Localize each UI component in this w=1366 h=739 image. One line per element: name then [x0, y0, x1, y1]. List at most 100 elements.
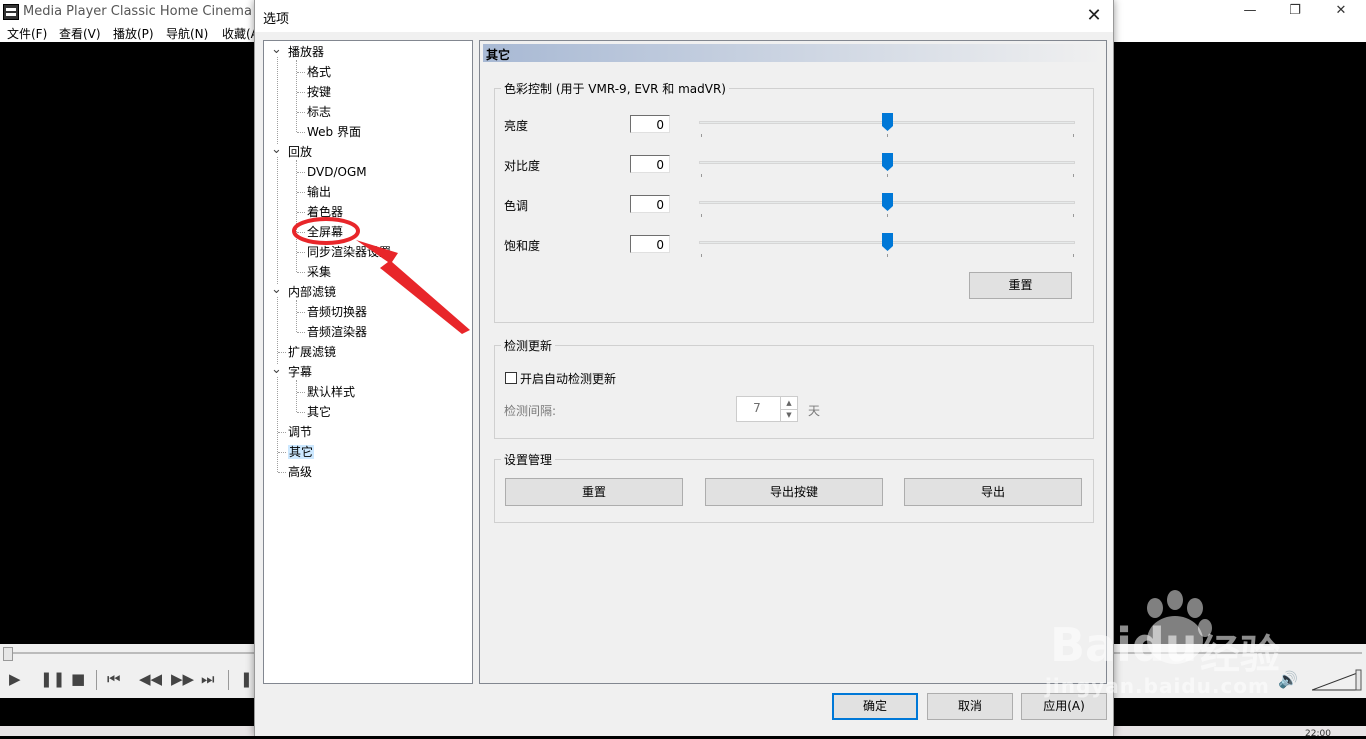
tree-branch-line [296, 300, 297, 332]
stop-icon[interactable]: ■ [71, 670, 85, 688]
slider-thumb[interactable] [882, 153, 893, 171]
tree-connector [297, 92, 305, 93]
menu-play[interactable]: 播放(P) [113, 25, 154, 42]
tree-item[interactable]: 输出 [307, 184, 331, 200]
slider-thumb[interactable] [882, 233, 893, 251]
tree-item[interactable]: 其它 [307, 404, 331, 420]
options-page: 其它 色彩控制 (用于 VMR-9, EVR 和 madVR) 亮度 0 对比度 0 色… [479, 40, 1107, 684]
minimize-icon[interactable]: — [1240, 2, 1260, 20]
menu-view[interactable]: 查看(V) [59, 25, 101, 42]
color-reset-button[interactable]: 重置 [969, 272, 1072, 299]
color-value-field[interactable]: 0 [630, 115, 670, 133]
tree-item[interactable]: 采集 [307, 264, 331, 280]
tree-item[interactable]: 着色器 [307, 204, 343, 220]
tree-item-label: 扩展滤镜 [288, 345, 337, 359]
color-value-field[interactable]: 0 [630, 235, 670, 253]
tree-item[interactable]: 回放 [288, 144, 312, 160]
tree-item[interactable]: 同步渲染器设置 [307, 244, 391, 260]
tree-item-label: 按键 [307, 85, 332, 99]
interval-value: 7 [753, 401, 761, 415]
color-value-field[interactable]: 0 [630, 155, 670, 173]
tree-item-label: 其它 [307, 405, 332, 419]
dialog-title: 选项 [263, 12, 290, 27]
tree-expand-chevron-icon[interactable]: ⌄ [271, 363, 282, 376]
next-icon[interactable]: ⏭ [201, 670, 215, 688]
export-keys-button[interactable]: 导出按键 [705, 478, 883, 506]
ok-button[interactable]: 确定 [832, 693, 918, 720]
spin-down-icon[interactable]: ▼ [781, 409, 797, 421]
toolbar-separator [96, 670, 97, 690]
tree-connector [297, 332, 305, 333]
tree-expand-chevron-icon[interactable]: ⌄ [271, 43, 282, 56]
tree-item-label: 回放 [288, 145, 313, 159]
dialog-close-icon[interactable]: ✕ [1083, 5, 1105, 27]
color-slider[interactable] [699, 233, 1075, 257]
tree-item[interactable]: 格式 [307, 64, 331, 80]
tree-item-label: 音频切换器 [307, 305, 368, 319]
tree-item[interactable]: 默认样式 [307, 384, 355, 400]
export-button[interactable]: 导出 [904, 478, 1082, 506]
tree-expand-chevron-icon[interactable]: ⌄ [271, 283, 282, 296]
slider-thumb[interactable] [882, 193, 893, 211]
close-icon[interactable]: ✕ [1331, 2, 1351, 20]
slider-tick [1073, 254, 1074, 257]
color-slider[interactable] [699, 193, 1075, 217]
menu-navigate[interactable]: 导航(N) [166, 25, 208, 42]
tree-item-label: DVD/OGM [307, 165, 367, 179]
watermark-cn: 经验 [1200, 632, 1280, 678]
tree-item-label: 播放器 [288, 45, 325, 59]
tree-item[interactable]: 扩展滤镜 [288, 344, 336, 360]
interval-spinner[interactable]: 7 ▲ ▼ [736, 396, 798, 422]
tree-item[interactable]: 音频切换器 [307, 304, 367, 320]
frame-step-icon[interactable]: ❚ [240, 670, 253, 688]
options-dialog: 选项 ✕ ⌄ 播放器格式按键标志 Web 界面 ⌄ 回放 DVD/OGM 输出着色器全屏幕同… [254, 0, 1114, 736]
color-value: 0 [656, 118, 664, 132]
tree-connector [297, 212, 305, 213]
tree-item[interactable]: 音频渲染器 [307, 324, 367, 340]
menu-file[interactable]: 文件(F) [7, 25, 47, 42]
tree-root-line [277, 52, 278, 472]
tree-expand-chevron-icon[interactable]: ⌄ [271, 143, 282, 156]
tree-item[interactable]: 内部滤镜 [288, 284, 336, 300]
previous-icon[interactable]: ⏮ [107, 670, 121, 688]
play-icon[interactable]: ▶ [9, 670, 21, 688]
settings-management-group: 设置管理 重置 导出按键 导出 [494, 451, 1094, 523]
color-value: 0 [656, 198, 664, 212]
slider-tick [887, 254, 888, 257]
cancel-button[interactable]: 取消 [927, 693, 1013, 720]
restore-icon[interactable]: ❐ [1285, 2, 1305, 20]
forward-icon[interactable]: ▶▶ [171, 670, 194, 688]
tree-connector [278, 452, 286, 453]
slider-tick [701, 174, 702, 177]
tree-item[interactable]: 播放器 [288, 44, 324, 60]
tree-item[interactable]: Web 界面 [307, 124, 361, 140]
slider-thumb[interactable] [882, 113, 893, 131]
tree-connector [297, 272, 305, 273]
slider-tick [887, 214, 888, 217]
auto-update-checkbox[interactable] [505, 372, 517, 384]
tree-item-label: 着色器 [307, 205, 344, 219]
color-control-group: 色彩控制 (用于 VMR-9, EVR 和 madVR) 亮度 0 对比度 0 色调 0 饱… [494, 80, 1094, 323]
tree-connector [297, 392, 305, 393]
tree-item[interactable]: 字幕 [288, 364, 312, 380]
options-tree[interactable]: ⌄ 播放器格式按键标志 Web 界面 ⌄ 回放 DVD/OGM 输出着色器全屏幕同步渲染器设… [263, 40, 473, 684]
color-slider[interactable] [699, 153, 1075, 177]
slider-tick [1073, 134, 1074, 137]
slider-tick [1073, 174, 1074, 177]
color-slider[interactable] [699, 113, 1075, 137]
tree-item[interactable]: 高级 [288, 464, 312, 480]
tree-connector [297, 412, 305, 413]
rewind-icon[interactable]: ◀◀ [139, 670, 162, 688]
settings-reset-button[interactable]: 重置 [505, 478, 683, 506]
tree-item[interactable]: 全屏幕 [307, 224, 343, 240]
tree-item[interactable]: 其它 [288, 444, 315, 460]
tree-item[interactable]: 调节 [288, 424, 312, 440]
color-row-label: 饱和度 [504, 239, 541, 253]
tree-item[interactable]: 标志 [307, 104, 331, 120]
tree-item[interactable]: DVD/OGM [307, 164, 367, 180]
auto-update-label[interactable]: 开启自动检测更新 [520, 370, 616, 387]
tree-item[interactable]: 按键 [307, 84, 331, 100]
seek-thumb[interactable] [3, 647, 13, 661]
color-value-field[interactable]: 0 [630, 195, 670, 213]
pause-icon[interactable]: ❚❚ [40, 670, 65, 688]
